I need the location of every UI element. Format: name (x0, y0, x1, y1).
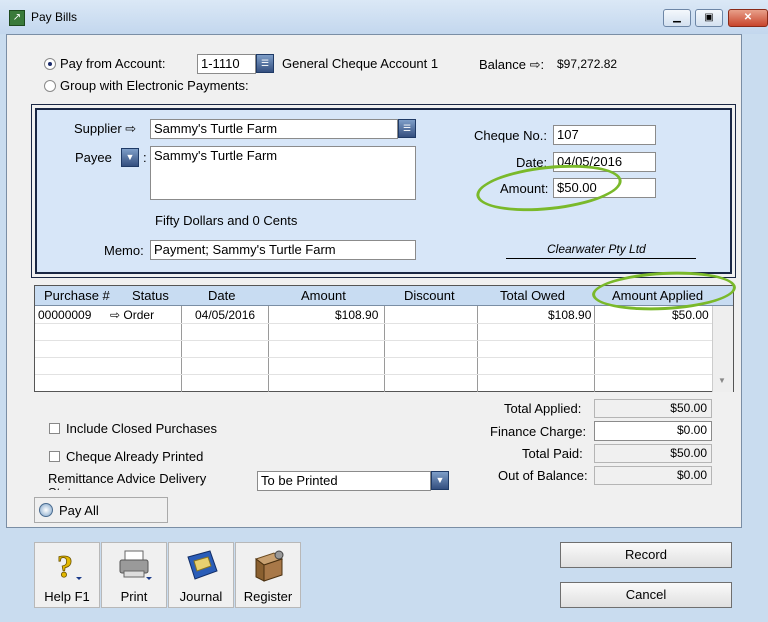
total-paid-label: Total Paid: (522, 446, 583, 461)
cheque-no-label: Cheque No.: (474, 128, 547, 143)
journal-button[interactable]: Journal (168, 542, 234, 608)
account-list-icon[interactable]: ☰ (256, 54, 274, 73)
cheque-no-field[interactable]: 107 (553, 125, 656, 145)
company-signature: Clearwater Pty Ltd (547, 242, 646, 256)
supplier-list-icon[interactable]: ☰ (398, 119, 416, 138)
signature-line (506, 258, 696, 259)
record-button[interactable]: Record (560, 542, 732, 568)
out-of-balance-value: $0.00 (594, 466, 712, 485)
pay-from-account-radio[interactable] (44, 58, 56, 70)
amount-in-words: Fifty Dollars and 0 Cents (155, 213, 298, 228)
remittance-dropdown-icon[interactable]: ▼ (431, 471, 449, 490)
cell-amount-applied[interactable]: $50.00 (672, 308, 709, 322)
balance-value: $97,272.82 (557, 57, 618, 71)
col-status[interactable]: Status (132, 288, 169, 303)
total-paid-value: $50.00 (594, 444, 712, 463)
help-icon: ? (51, 548, 85, 584)
col-total-owed[interactable]: Total Owed (500, 288, 565, 303)
register-button[interactable]: Register (235, 542, 301, 608)
total-applied-label: Total Applied: (504, 401, 582, 416)
memo-field[interactable]: Payment; Sammy's Turtle Farm (150, 240, 416, 260)
pay-all-label: Pay All (59, 503, 99, 518)
cell-total-owed[interactable]: $108.90 (548, 308, 591, 322)
cheque-printed-label: Cheque Already Printed (66, 449, 204, 464)
cell-date[interactable]: 04/05/2016 (195, 308, 255, 322)
balance-label[interactable]: Balance ⇨: (479, 57, 544, 73)
register-label: Register (243, 589, 293, 604)
payee-colon: : (143, 150, 147, 165)
pay-all-icon (39, 503, 53, 517)
remittance-label: Remittance Advice Delivery Status (48, 472, 207, 490)
memo-label: Memo: (104, 243, 144, 258)
finance-charge-label: Finance Charge: (490, 424, 587, 439)
account-name: General Cheque Account 1 (282, 56, 439, 71)
payee-label: Payee (75, 150, 112, 165)
group-electronic-label: Group with Electronic Payments: (60, 78, 249, 93)
cell-purchase[interactable]: 00000009 (38, 308, 91, 322)
include-closed-checkbox[interactable] (49, 423, 60, 434)
include-closed-label: Include Closed Purchases (66, 421, 218, 436)
print-label: Print (120, 589, 148, 604)
close-icon[interactable]: ✕ (728, 9, 768, 27)
register-icon (252, 549, 286, 583)
table-scrollbar[interactable]: ▼ (712, 306, 733, 392)
scroll-down-icon[interactable]: ▼ (718, 376, 726, 385)
title-bar: ↗ Pay Bills ▁ ▣ ✕ (0, 0, 768, 34)
minimize-icon[interactable]: ▁ (663, 9, 691, 27)
cancel-button[interactable]: Cancel (560, 582, 732, 608)
print-button[interactable]: Print (101, 542, 167, 608)
window-title: Pay Bills (31, 10, 78, 24)
out-of-balance-label: Out of Balance: (498, 468, 588, 483)
supplier-field[interactable]: Sammy's Turtle Farm (150, 119, 398, 139)
payee-dropdown-icon[interactable]: ▼ (121, 148, 139, 167)
cheque-printed-checkbox[interactable] (49, 451, 60, 462)
col-amount[interactable]: Amount (301, 288, 346, 303)
payee-address-field[interactable]: Sammy's Turtle Farm (150, 146, 416, 200)
col-discount[interactable]: Discount (404, 288, 455, 303)
svg-text:?: ? (57, 549, 73, 583)
group-electronic-radio[interactable] (44, 80, 56, 92)
maximize-icon[interactable]: ▣ (695, 9, 723, 27)
account-code-field[interactable]: 1-1110 (197, 54, 256, 74)
cell-amount[interactable]: $108.90 (335, 308, 378, 322)
cell-status[interactable]: ⇨ Order (110, 308, 154, 322)
pay-all-button[interactable]: Pay All (34, 497, 168, 523)
remittance-select[interactable]: To be Printed (257, 471, 431, 491)
printer-icon (118, 549, 152, 583)
pay-from-account-label: Pay from Account: (60, 56, 166, 71)
journal-label: Journal (179, 589, 223, 604)
total-applied-value: $50.00 (594, 399, 712, 418)
journal-icon (185, 549, 219, 583)
supplier-label[interactable]: Supplier ⇨ (74, 121, 136, 137)
finance-charge-field[interactable]: $0.00 (594, 421, 712, 441)
help-button[interactable]: ? Help F1 (34, 542, 100, 608)
app-icon: ↗ (9, 10, 25, 26)
col-date[interactable]: Date (208, 288, 235, 303)
col-purchase[interactable]: Purchase # (44, 288, 110, 303)
help-label: Help F1 (44, 589, 90, 604)
